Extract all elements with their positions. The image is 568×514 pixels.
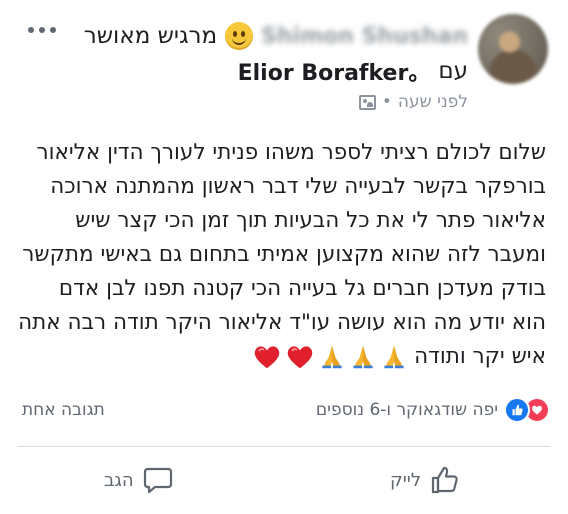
author-name[interactable]: Shimon Shushan: [261, 24, 468, 49]
post-time[interactable]: לפני שעה: [398, 92, 468, 112]
folded-hands-icon: [384, 345, 404, 369]
comments-count[interactable]: תגובה אחת: [22, 400, 105, 420]
post-line: בודק מעדכן חברים גל בעייה הכי קטנה תפנו …: [58, 276, 546, 301]
post-header-tagged: עם Elior Borafker。: [238, 54, 468, 88]
red-heart-icon: [254, 346, 280, 369]
reactions-text[interactable]: יפה שודגאוקר ו-6 נוספים: [316, 400, 498, 420]
friends-privacy-icon[interactable]: [358, 94, 376, 110]
speech-bubble-icon: [143, 467, 172, 494]
meta-separator: •: [381, 92, 392, 112]
post-body: שלום לכולם רציתי לספר משהו פניתי לעורך ה…: [18, 136, 546, 374]
folded-hands-icon: [322, 345, 342, 369]
post-line: אליאור פתר לי את כל הבעיות תוך זמן הכי ק…: [75, 208, 546, 233]
like-button[interactable]: לייק: [390, 458, 461, 502]
post-meta: לפני שעה •: [358, 90, 468, 114]
more-dot: [28, 27, 34, 33]
post-line: בורפקר בקשר לבעייה שלי דבר ראשון מהמתנה …: [50, 174, 546, 199]
post-header-title: Shimon Shushan מרגיש מאושר: [84, 14, 468, 58]
feeling-text: מרגיש מאושר: [83, 23, 218, 49]
author-avatar[interactable]: [478, 14, 548, 84]
post-line: ומעבר לזה שהוא מקצוען אמיתי בתחום גם באי…: [22, 242, 546, 267]
more-options-button[interactable]: [28, 22, 60, 38]
like-label: לייק: [390, 469, 422, 491]
thumbs-up-icon: [431, 466, 458, 494]
post-line-text: איש יקר ותודה: [414, 344, 546, 369]
more-dot: [39, 27, 45, 33]
comment-button[interactable]: הגב: [104, 458, 174, 502]
post-line: שלום לכולם רציתי לספר משהו פניתי לעורך ה…: [36, 140, 546, 165]
emoji-group: [252, 342, 408, 372]
reaction-icons: [504, 397, 550, 423]
with-prefix: עם: [438, 58, 468, 84]
divider: [18, 446, 550, 447]
post-line-last: איש יקר ותודה: [20, 340, 546, 374]
smiling-face-icon: [225, 22, 254, 50]
post-line: הוא יודע מה הוא עושה עו"ד אליאור היקר תו…: [18, 310, 546, 335]
more-dot: [50, 27, 56, 33]
red-heart-icon: [287, 346, 313, 369]
comment-label: הגב: [104, 469, 134, 491]
folded-hands-icon: [353, 345, 373, 369]
like-reaction-icon: [504, 397, 530, 423]
tagged-person-link[interactable]: Elior Borafker。: [238, 55, 431, 87]
reactions-summary[interactable]: יפה שודגאוקר ו-6 נוספים: [316, 396, 550, 424]
